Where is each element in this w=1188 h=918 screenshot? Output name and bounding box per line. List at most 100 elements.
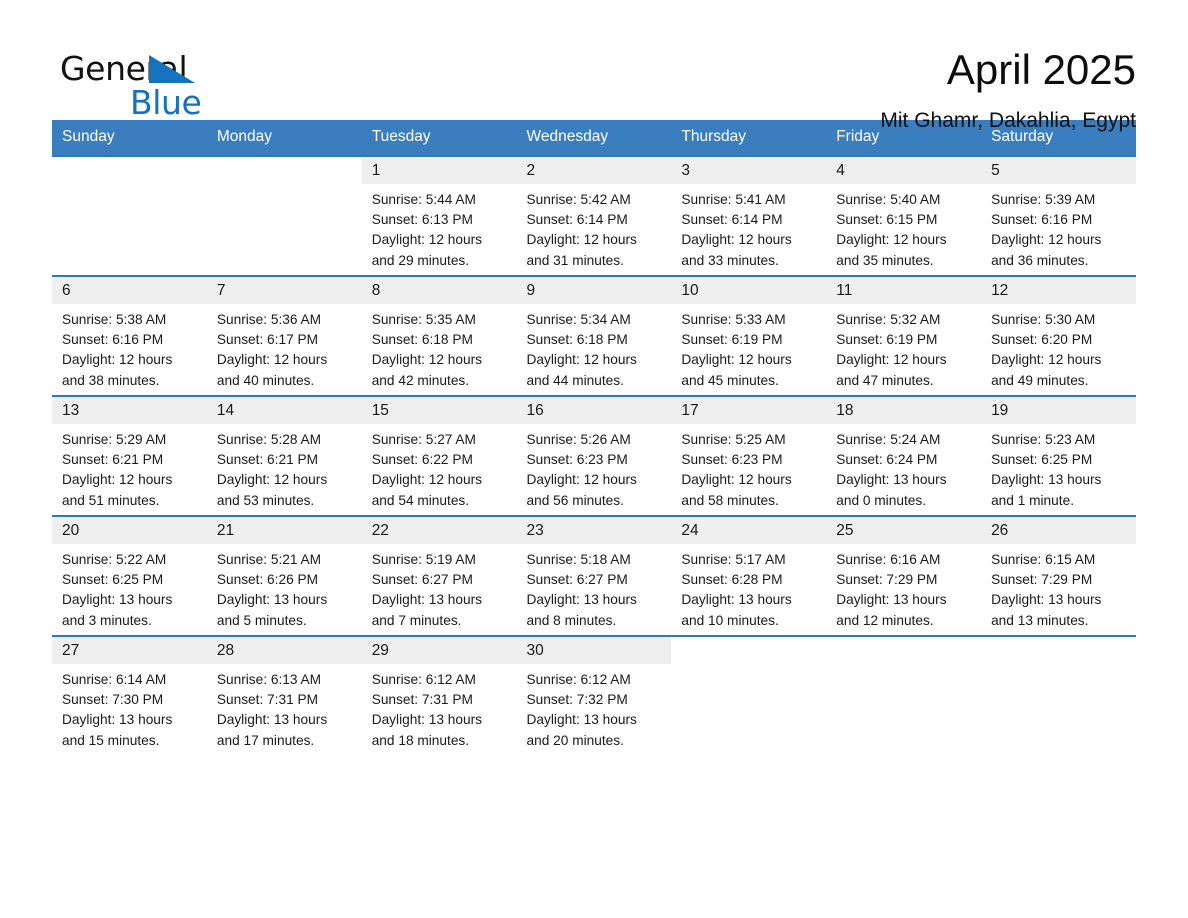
day-number: 4 (826, 157, 982, 184)
day-number: 1 (361, 157, 517, 184)
calendar-day-cell[interactable]: 22 Sunrise: 5:19 AM Sunset: 6:27 PM Dayli… (361, 515, 517, 636)
calendar-day-cell[interactable]: 7 Sunrise: 5:36 AM Sunset: 6:17 PM Daylig… (206, 275, 362, 396)
day-sun-details: Sunrise: 5:42 AM Sunset: 6:14 PM Dayligh… (526, 192, 637, 268)
day-cell-inner: 13 Sunrise: 5:29 AM Sunset: 6:21 PM Dayli… (52, 397, 207, 515)
calendar-day-cell[interactable]: 21 Sunrise: 5:21 AM Sunset: 6:26 PM Dayli… (206, 515, 362, 636)
day-number: 8 (361, 277, 517, 304)
day-sun-details: Sunrise: 5:21 AM Sunset: 6:26 PM Dayligh… (216, 552, 328, 628)
weekday-header-thursday: Thursday (671, 120, 827, 156)
weekday-header-tuesday: Tuesday (361, 120, 517, 156)
calendar-week-row: 13 Sunrise: 5:29 AM Sunset: 6:21 PM Dayli… (52, 395, 1136, 516)
calendar-body: 1 Sunrise: 5:44 AM Sunset: 6:13 PM Daylig… (52, 155, 1136, 755)
calendar-day-cell[interactable]: 4 Sunrise: 5:40 AM Sunset: 6:15 PM Daylig… (826, 155, 982, 276)
day-cell-inner: 26 Sunrise: 6:15 AM Sunset: 7:29 PM Dayli… (981, 517, 1136, 635)
calendar-day-cell[interactable]: 30 Sunrise: 6:12 AM Sunset: 7:32 PM Dayli… (516, 635, 672, 755)
calendar-week-row: 6 Sunrise: 5:38 AM Sunset: 6:16 PM Daylig… (52, 275, 1136, 396)
day-cell-inner: 18 Sunrise: 5:24 AM Sunset: 6:24 PM Dayli… (826, 397, 982, 515)
day-cell-inner: 16 Sunrise: 5:26 AM Sunset: 6:23 PM Dayli… (516, 397, 672, 515)
calendar-day-cell[interactable]: 12 Sunrise: 5:30 AM Sunset: 6:20 PM Dayli… (981, 275, 1136, 396)
day-sun-details: Sunrise: 5:32 AM Sunset: 6:19 PM Dayligh… (836, 312, 947, 388)
day-cell-inner: 6 Sunrise: 5:38 AM Sunset: 6:16 PM Daylig… (52, 277, 207, 395)
calendar-day-cell[interactable]: 10 Sunrise: 5:33 AM Sunset: 6:19 PM Dayli… (671, 275, 827, 396)
calendar-day-cell (981, 635, 1136, 755)
calendar-day-cell[interactable]: 18 Sunrise: 5:24 AM Sunset: 6:24 PM Dayli… (826, 395, 982, 516)
calendar-day-cell[interactable]: 2 Sunrise: 5:42 AM Sunset: 6:14 PM Daylig… (516, 155, 672, 276)
day-cell-inner (826, 637, 982, 755)
day-sun-details: Sunrise: 5:25 AM Sunset: 6:23 PM Dayligh… (681, 432, 792, 508)
day-sun-details: Sunrise: 6:13 AM Sunset: 7:31 PM Dayligh… (216, 672, 328, 748)
calendar-day-cell[interactable]: 5 Sunrise: 5:39 AM Sunset: 6:16 PM Daylig… (981, 155, 1136, 276)
day-number: 14 (206, 397, 362, 424)
day-sun-details: Sunrise: 5:30 AM Sunset: 6:20 PM Dayligh… (991, 312, 1102, 388)
calendar-day-cell[interactable]: 1 Sunrise: 5:44 AM Sunset: 6:13 PM Daylig… (361, 155, 517, 276)
day-number: 6 (52, 277, 207, 304)
day-cell-inner: 5 Sunrise: 5:39 AM Sunset: 6:16 PM Daylig… (981, 157, 1136, 275)
calendar-day-cell[interactable]: 14 Sunrise: 5:28 AM Sunset: 6:21 PM Dayli… (206, 395, 362, 516)
day-cell-inner: 28 Sunrise: 6:13 AM Sunset: 7:31 PM Dayli… (206, 637, 362, 755)
calendar-day-cell[interactable]: 26 Sunrise: 6:15 AM Sunset: 7:29 PM Dayli… (981, 515, 1136, 636)
day-sun-details: Sunrise: 6:16 AM Sunset: 7:29 PM Dayligh… (836, 552, 947, 628)
day-number: 25 (826, 517, 982, 544)
day-cell-inner (52, 157, 207, 275)
day-cell-inner: 14 Sunrise: 5:28 AM Sunset: 6:21 PM Dayli… (206, 397, 362, 515)
calendar-day-cell[interactable]: 3 Sunrise: 5:41 AM Sunset: 6:14 PM Daylig… (671, 155, 827, 276)
calendar-day-cell[interactable]: 25 Sunrise: 6:16 AM Sunset: 7:29 PM Dayli… (826, 515, 982, 636)
day-number: 24 (671, 517, 827, 544)
day-cell-inner: 10 Sunrise: 5:33 AM Sunset: 6:19 PM Dayli… (671, 277, 827, 395)
calendar-day-cell[interactable]: 11 Sunrise: 5:32 AM Sunset: 6:19 PM Dayli… (826, 275, 982, 396)
weekday-header-wednesday: Wednesday (516, 120, 672, 156)
day-number: 3 (671, 157, 827, 184)
day-cell-inner: 19 Sunrise: 5:23 AM Sunset: 6:25 PM Dayli… (981, 397, 1136, 515)
calendar-day-cell (826, 635, 982, 755)
day-cell-inner (206, 157, 362, 275)
calendar-day-cell[interactable]: 28 Sunrise: 6:13 AM Sunset: 7:31 PM Dayli… (206, 635, 362, 755)
calendar-day-cell[interactable]: 23 Sunrise: 5:18 AM Sunset: 6:27 PM Dayli… (516, 515, 672, 636)
calendar-day-cell[interactable]: 13 Sunrise: 5:29 AM Sunset: 6:21 PM Dayli… (52, 395, 207, 516)
day-sun-details: Sunrise: 6:12 AM Sunset: 7:32 PM Dayligh… (526, 672, 637, 748)
day-cell-inner (981, 637, 1136, 755)
calendar-day-cell[interactable]: 17 Sunrise: 5:25 AM Sunset: 6:23 PM Dayli… (671, 395, 827, 516)
day-sun-details: Sunrise: 5:18 AM Sunset: 6:27 PM Dayligh… (526, 552, 637, 628)
day-sun-details: Sunrise: 5:23 AM Sunset: 6:25 PM Dayligh… (991, 432, 1102, 508)
calendar-day-cell[interactable]: 29 Sunrise: 6:12 AM Sunset: 7:31 PM Dayli… (361, 635, 517, 755)
day-cell-inner: 21 Sunrise: 5:21 AM Sunset: 6:26 PM Dayli… (206, 517, 362, 635)
day-cell-inner: 4 Sunrise: 5:40 AM Sunset: 6:15 PM Daylig… (826, 157, 982, 275)
day-cell-inner: 29 Sunrise: 6:12 AM Sunset: 7:31 PM Dayli… (361, 637, 517, 755)
calendar-day-cell (206, 155, 362, 276)
day-sun-details: Sunrise: 5:34 AM Sunset: 6:18 PM Dayligh… (526, 312, 637, 388)
calendar-week-row: 20 Sunrise: 5:22 AM Sunset: 6:25 PM Dayli… (52, 515, 1136, 636)
calendar-week-row: 1 Sunrise: 5:44 AM Sunset: 6:13 PM Daylig… (52, 155, 1136, 276)
page-header: General Blue April 2025 Mit Ghamr, Dakah… (52, 0, 1136, 132)
calendar-day-cell[interactable]: 24 Sunrise: 5:17 AM Sunset: 6:28 PM Dayli… (671, 515, 827, 636)
calendar-day-cell[interactable]: 20 Sunrise: 5:22 AM Sunset: 6:25 PM Dayli… (52, 515, 207, 636)
day-cell-inner: 30 Sunrise: 6:12 AM Sunset: 7:32 PM Dayli… (516, 637, 672, 755)
title-block: April 2025 Mit Ghamr, Dakahlia, Egypt (880, 44, 1136, 134)
day-number (206, 157, 362, 184)
calendar-day-cell[interactable]: 8 Sunrise: 5:35 AM Sunset: 6:18 PM Daylig… (361, 275, 517, 396)
day-number: 10 (671, 277, 827, 304)
day-number (671, 637, 827, 664)
calendar-day-cell[interactable]: 9 Sunrise: 5:34 AM Sunset: 6:18 PM Daylig… (516, 275, 672, 396)
calendar-day-cell[interactable]: 6 Sunrise: 5:38 AM Sunset: 6:16 PM Daylig… (52, 275, 207, 396)
calendar-page: General Blue April 2025 Mit Ghamr, Dakah… (0, 0, 1188, 918)
day-number (826, 637, 982, 664)
day-cell-inner: 9 Sunrise: 5:34 AM Sunset: 6:18 PM Daylig… (516, 277, 672, 395)
day-cell-inner: 15 Sunrise: 5:27 AM Sunset: 6:22 PM Dayli… (361, 397, 517, 515)
page-title: April 2025 (946, 46, 1136, 93)
day-sun-details: Sunrise: 5:41 AM Sunset: 6:14 PM Dayligh… (681, 192, 792, 268)
calendar-day-cell[interactable]: 16 Sunrise: 5:26 AM Sunset: 6:23 PM Dayli… (516, 395, 672, 516)
day-cell-inner: 12 Sunrise: 5:30 AM Sunset: 6:20 PM Dayli… (981, 277, 1136, 395)
calendar-day-cell[interactable]: 19 Sunrise: 5:23 AM Sunset: 6:25 PM Dayli… (981, 395, 1136, 516)
day-number: 11 (826, 277, 982, 304)
logo-text-blue: Blue (130, 83, 202, 122)
day-sun-details: Sunrise: 5:22 AM Sunset: 6:25 PM Dayligh… (62, 552, 173, 628)
day-number: 2 (516, 157, 672, 184)
calendar-day-cell[interactable]: 27 Sunrise: 6:14 AM Sunset: 7:30 PM Dayli… (52, 635, 207, 755)
day-cell-inner: 2 Sunrise: 5:42 AM Sunset: 6:14 PM Daylig… (516, 157, 672, 275)
day-cell-inner: 17 Sunrise: 5:25 AM Sunset: 6:23 PM Dayli… (671, 397, 827, 515)
day-number: 7 (206, 277, 362, 304)
calendar-day-cell[interactable]: 15 Sunrise: 5:27 AM Sunset: 6:22 PM Dayli… (361, 395, 517, 516)
day-sun-details: Sunrise: 5:44 AM Sunset: 6:13 PM Dayligh… (371, 192, 483, 268)
day-number: 28 (206, 637, 362, 664)
day-sun-details: Sunrise: 5:39 AM Sunset: 6:16 PM Dayligh… (991, 192, 1102, 268)
